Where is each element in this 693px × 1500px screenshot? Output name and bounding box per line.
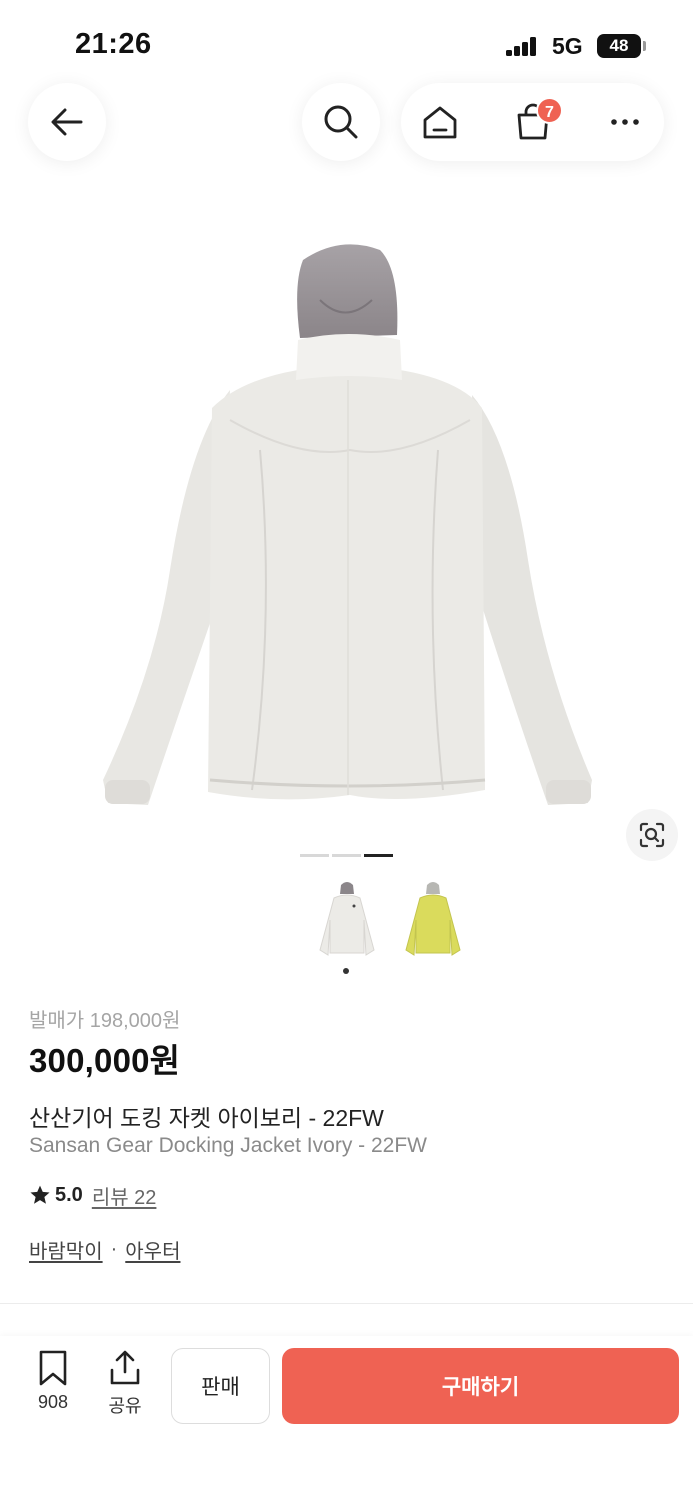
- category-row: 바람막이 · 아우터: [29, 1235, 180, 1264]
- more-icon: [611, 119, 639, 125]
- section-divider: [0, 1303, 693, 1304]
- star-icon: [30, 1185, 50, 1204]
- product-name-en: Sansan Gear Docking Jacket Ivory - 22FW: [29, 1134, 427, 1157]
- image-search-button[interactable]: [626, 809, 678, 861]
- status-bar: 21:26 5G 48: [0, 0, 693, 80]
- search-button[interactable]: [302, 83, 380, 161]
- release-price: 발매가 198,000원: [29, 1010, 181, 1032]
- product-name-ko: 산산기어 도킹 자켓 아이보리 - 22FW: [29, 1105, 384, 1131]
- cart-count-badge: 7: [536, 97, 563, 124]
- back-arrow-icon: [51, 108, 83, 136]
- more-button[interactable]: [586, 83, 664, 161]
- battery-icon: 48: [597, 34, 641, 58]
- search-icon: [324, 105, 358, 139]
- pager-segment: [300, 854, 329, 857]
- pager-segment: [364, 854, 393, 857]
- variant-thumb-lime[interactable]: [400, 880, 466, 960]
- signal-icon: [506, 36, 538, 56]
- variant-thumb-ivory[interactable]: [314, 880, 380, 960]
- category-link-windbreaker[interactable]: 바람막이: [29, 1235, 103, 1264]
- share-label: 공유: [108, 1396, 142, 1416]
- battery-level: 48: [609, 36, 629, 55]
- rating-value: 5.0: [55, 1183, 83, 1206]
- home-icon: [423, 106, 457, 139]
- bookmark-icon: [39, 1350, 67, 1386]
- back-button[interactable]: [28, 83, 106, 161]
- bookmark-button[interactable]: 908: [24, 1350, 82, 1416]
- bookmark-count: 908: [37, 1392, 69, 1412]
- pager-segment: [332, 854, 361, 857]
- nav-action-group: [401, 83, 664, 161]
- network-label: 5G: [552, 33, 583, 59]
- status-time: 21:26: [75, 28, 152, 60]
- home-button[interactable]: [401, 83, 479, 161]
- battery-cap: [643, 41, 646, 51]
- lens-search-icon: [639, 822, 665, 848]
- cart-button[interactable]: [494, 83, 572, 161]
- product-image[interactable]: [100, 240, 595, 810]
- rating-row: 5.0 리뷰 22: [29, 1181, 156, 1209]
- buy-button[interactable]: 구매하기: [282, 1348, 679, 1424]
- sell-button[interactable]: 판매: [171, 1348, 270, 1424]
- category-separator: ·: [110, 1238, 118, 1260]
- category-link-outer[interactable]: 아우터: [125, 1235, 180, 1264]
- price: 300,000원: [29, 1042, 181, 1079]
- selected-variant-indicator: [343, 968, 349, 974]
- share-button[interactable]: 공유: [96, 1350, 154, 1416]
- share-icon: [110, 1350, 140, 1385]
- review-link[interactable]: 리뷰 22: [92, 1181, 157, 1210]
